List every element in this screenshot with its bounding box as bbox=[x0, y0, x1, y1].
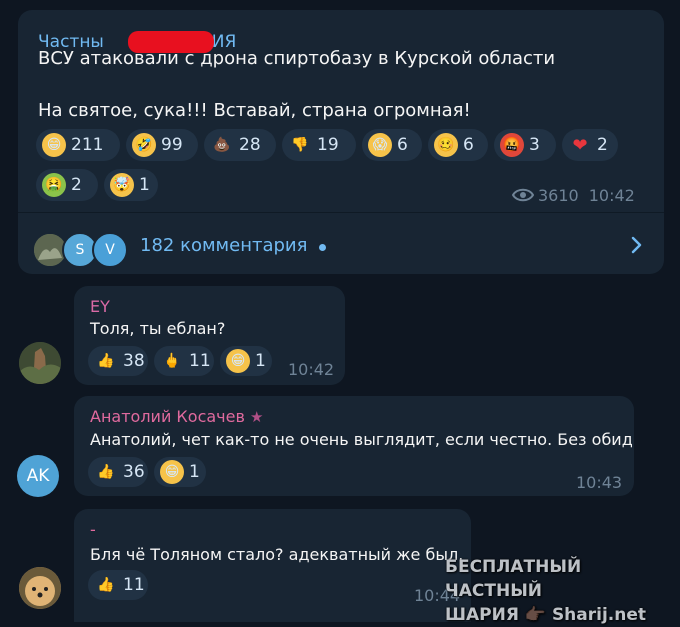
reaction-chip[interactable]: 🤣 99 bbox=[126, 129, 198, 161]
comment-bubble: - Бля чё Толяном стало? адекватный же бы… bbox=[74, 509, 471, 622]
reaction-chip[interactable]: 🤯 1 bbox=[104, 169, 158, 201]
comment-bubble: Анатолий Косачев ★ Анатолий, чет как-то … bbox=[74, 396, 634, 496]
commenter-avatar: V bbox=[92, 232, 128, 268]
chevron-right-icon bbox=[631, 236, 642, 254]
channel-post: ЧастныАРИЯ ВСУ атаковали с дрона спиртоб… bbox=[18, 10, 664, 274]
reaction-chip[interactable]: 👍 11 bbox=[88, 570, 148, 600]
reaction-chip[interactable]: 🖕 11 bbox=[154, 346, 214, 376]
vomit-emoji-icon: 🤮 bbox=[42, 173, 66, 197]
reaction-chip[interactable]: 😁 211 bbox=[36, 129, 120, 161]
reaction-count: 36 bbox=[123, 462, 145, 482]
comment-text: Бля чё Толяном стало? адекватный же был. bbox=[90, 545, 464, 564]
reaction-count: 11 bbox=[189, 351, 211, 371]
reaction-count: 2 bbox=[597, 135, 608, 155]
avatar-letter: S bbox=[75, 242, 85, 258]
reaction-chip[interactable]: ❤ 2 bbox=[562, 129, 618, 161]
reaction-count: 11 bbox=[123, 575, 145, 595]
exploding-head-emoji-icon: 🤯 bbox=[110, 173, 134, 197]
eye-icon bbox=[511, 188, 535, 202]
reaction-count: 19 bbox=[317, 135, 339, 155]
comment-time: 10:43 bbox=[576, 473, 623, 492]
post-line-1: ВСУ атаковали с дрона спиртобазу в Курск… bbox=[38, 48, 556, 69]
middle-finger-emoji-icon: 🖕 bbox=[163, 353, 181, 369]
reaction-count: 6 bbox=[397, 135, 408, 155]
unread-dot bbox=[319, 244, 326, 251]
watermark-line-1: БЕСПЛАТНЫЙ ЧАСТНЫЙ bbox=[445, 557, 582, 601]
grin-emoji-icon: 😁 bbox=[160, 460, 184, 484]
reaction-chip[interactable]: 👎 19 bbox=[282, 129, 356, 161]
watermark-line-2: ШАРИЯ 👉🏿 Sharij.net bbox=[445, 605, 647, 625]
reaction-chip[interactable]: 🤮 2 bbox=[36, 169, 98, 201]
post-meta: 3610 10:42 bbox=[511, 186, 635, 205]
grin-emoji-icon: 😁 bbox=[226, 349, 250, 373]
thumbs-up-emoji-icon: 👍 bbox=[97, 464, 115, 480]
thumbs-down-emoji-icon: 👎 bbox=[291, 137, 309, 153]
reaction-chip[interactable]: 👍 38 bbox=[88, 346, 148, 376]
reaction-count: 211 bbox=[71, 135, 104, 155]
view-count: 3610 bbox=[538, 186, 579, 205]
watermark: БЕСПЛАТНЫЙ ЧАСТНЫЙ ШАРИЯ 👉🏿 Sharij.net bbox=[445, 555, 680, 627]
grin-emoji-icon: 😁 bbox=[42, 133, 66, 157]
reaction-chip[interactable]: 😁 1 bbox=[220, 346, 272, 376]
comments-button[interactable]: S V 182 комментария bbox=[18, 213, 664, 274]
comment-author[interactable]: Анатолий Косачев ★ bbox=[90, 407, 263, 426]
reaction-count: 38 bbox=[123, 351, 145, 371]
thumbs-up-emoji-icon: 👍 bbox=[97, 577, 115, 593]
scream-emoji-icon: 😱 bbox=[368, 133, 392, 157]
reaction-count: 28 bbox=[239, 135, 261, 155]
author-name: Анатолий Косачев bbox=[90, 407, 245, 426]
woozy-emoji-icon: 🥴 bbox=[434, 133, 458, 157]
reaction-chip[interactable]: 🥴 6 bbox=[428, 129, 488, 161]
cursing-emoji-icon: 🤬 bbox=[500, 133, 524, 157]
comment-time: 10:42 bbox=[288, 360, 335, 379]
reaction-count: 6 bbox=[463, 135, 474, 155]
reaction-chip[interactable]: 💩 28 bbox=[204, 129, 276, 161]
avatar[interactable] bbox=[19, 342, 61, 384]
reaction-chip[interactable]: 🤬 3 bbox=[494, 129, 556, 161]
post-time: 10:42 bbox=[588, 186, 635, 205]
comment-bubble: EY Толя, ты еблан? 👍 38 🖕 11 😁 1 10:42 bbox=[74, 286, 345, 385]
reaction-count: 2 bbox=[71, 175, 82, 195]
avatar-letter: V bbox=[105, 242, 115, 258]
comment-text: Анатолий, чет как-то не очень выглядит, … bbox=[90, 430, 633, 449]
avatar[interactable]: AK bbox=[17, 455, 59, 497]
reaction-chip[interactable]: 😱 6 bbox=[362, 129, 422, 161]
comment-author[interactable]: EY bbox=[90, 297, 110, 316]
comment-author[interactable]: - bbox=[90, 520, 96, 539]
comment-text: Толя, ты еблан? bbox=[90, 319, 226, 338]
reaction-count: 1 bbox=[189, 462, 200, 482]
reaction-chip[interactable]: 👍 36 bbox=[88, 457, 148, 487]
reaction-count: 1 bbox=[255, 351, 266, 371]
avatar-initials: AK bbox=[26, 466, 50, 486]
reaction-chip[interactable]: 😁 1 bbox=[154, 457, 206, 487]
reaction-count: 3 bbox=[529, 135, 540, 155]
reaction-count: 1 bbox=[139, 175, 150, 195]
avatar[interactable] bbox=[19, 567, 61, 609]
reaction-count: 99 bbox=[161, 135, 183, 155]
rofl-emoji-icon: 🤣 bbox=[132, 133, 156, 157]
star-icon: ★ bbox=[250, 408, 264, 426]
post-line-2: На святое, сука!!! Вставай, страна огром… bbox=[38, 100, 471, 121]
comments-count-label: 182 комментария bbox=[140, 235, 308, 256]
heart-emoji-icon: ❤ bbox=[572, 134, 588, 156]
poop-emoji-icon: 💩 bbox=[213, 137, 231, 153]
thumbs-up-emoji-icon: 👍 bbox=[97, 353, 115, 369]
